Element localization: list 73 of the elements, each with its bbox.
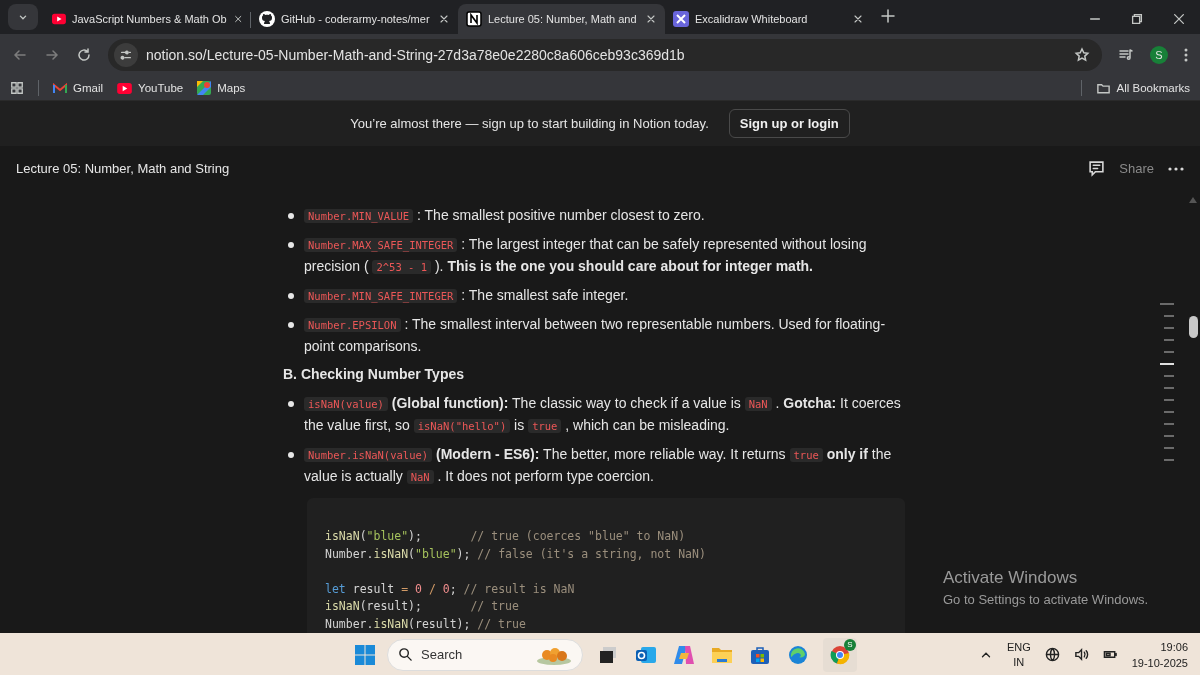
activation-title: Activate Windows [943, 568, 1079, 588]
speaker-icon[interactable] [1073, 647, 1089, 662]
bookmark[interactable]: YouTube [117, 82, 184, 94]
signup-button[interactable]: Sign up or login [728, 109, 850, 138]
outline-markers[interactable] [1160, 303, 1174, 461]
bullet-text: Number.MIN_VALUE : The smallest positive number closest to zero. [304, 205, 705, 227]
close-icon[interactable] [438, 13, 450, 25]
play-icon [117, 82, 133, 94]
apps-grid-icon[interactable] [10, 81, 24, 95]
bullet-point [288, 322, 294, 328]
close-icon[interactable] [232, 13, 243, 25]
bullet-text: Number.MAX_SAFE_INTEGER : The largest integer that can be safely represented without losing precision ( 2^53 - 1 ). This is the one you should care about for integer math. [304, 235, 868, 276]
search-icon[interactable] [398, 647, 413, 662]
plus-icon[interactable] [880, 8, 896, 24]
more-icon[interactable] [1184, 47, 1188, 63]
star-icon[interactable] [1074, 47, 1090, 63]
bullet-text: Number.MIN_SAFE_INTEGER : The smallest safe integer. [304, 285, 629, 307]
tab-title: GitHub - coderarmy-notes/mer [281, 13, 430, 25]
bullet-text: isNaN(value) (Global function): The classic way to check if a value is NaN . Gotcha: It coerces the value first, so isNaN("hello") is true , which can be misleading. [304, 394, 902, 435]
url-text: notion.so/Lecture-05-Number-Math-and-String-27d3a78e0e2280c8a606ceb93c369d1b [146, 47, 686, 63]
code-line: Number.isNaN(result); // true [325, 615, 527, 633]
globe-icon[interactable] [1044, 647, 1060, 662]
more-icon[interactable] [1168, 166, 1184, 171]
profile-avatar[interactable]: S [1150, 46, 1168, 64]
all-bookmarks-button[interactable]: All Bookmarks [1095, 80, 1190, 96]
code-line: Number.isNaN("blue"); // false (it's a string, not NaN) [325, 545, 707, 563]
profile-badge: S [844, 638, 856, 651]
envelope-icon [53, 82, 67, 94]
play-icon [52, 13, 66, 25]
map-pin-icon [197, 81, 212, 95]
sliders-icon[interactable] [119, 48, 133, 62]
code-line: isNaN("blue"); // true (coerces "blue" to NaN) [325, 528, 687, 545]
tab-title: Lecture 05: Number, Math and [488, 13, 637, 25]
playlist-icon[interactable] [1118, 47, 1134, 63]
section-heading: B. Checking Number Types [283, 365, 465, 384]
code-line: let result = 0 / 0; // result is NaN [325, 580, 576, 598]
bullet-text: Number.EPSILON : The smallest interval between two representable numbers. Used for floating-point comparisons. [304, 315, 887, 356]
bullet-point [288, 452, 294, 458]
code-line: isNaN(result); // true [325, 598, 520, 615]
restore-icon[interactable] [1130, 12, 1144, 26]
bullet-point [288, 242, 294, 248]
address-bar[interactable]: notion.so/Lecture-05-Number-Math-and-String-27d3a78e0e2280c8a606ceb93c369d1b [108, 39, 1102, 71]
activation-message: Go to Settings to activate Windows. [943, 592, 1149, 607]
page-title: Lecture 05: Number, Math and String [16, 161, 231, 176]
windows-logo-icon[interactable] [355, 644, 375, 665]
bullet-point [288, 293, 294, 299]
close-icon[interactable] [852, 13, 864, 25]
share-button[interactable]: Share [1119, 161, 1154, 176]
input-language[interactable]: ENG IN [1006, 639, 1031, 670]
browser-tab[interactable]: Lecture 05: Number, Math and [458, 4, 665, 34]
bookmark[interactable]: Gmail [53, 82, 104, 94]
tab-title: JavaScript Numbers & Math Ob [71, 13, 227, 25]
close-icon[interactable] [1172, 12, 1186, 26]
clock[interactable]: 19:06 19-10-2025 [1131, 638, 1188, 671]
bullet-text: Number.isNaN(value) (Modern - ES6): The better, more reliable way. It returns true only if the value is actually NaN . It does not perform type coercion. [304, 445, 893, 486]
browser-tab[interactable]: GitHub - coderarmy-notes/mer [251, 4, 458, 34]
circle-logo-icon[interactable] [830, 644, 850, 665]
close-icon[interactable] [645, 13, 657, 25]
scrollbar-thumb[interactable] [1189, 316, 1198, 338]
browser-tab[interactable]: Excalidraw Whiteboard [665, 4, 872, 34]
cat-icon [259, 11, 275, 27]
back-arrow-icon[interactable] [12, 47, 28, 63]
reload-icon[interactable] [76, 47, 92, 63]
forward-arrow-icon[interactable] [44, 47, 60, 63]
browser-tab[interactable]: JavaScript Numbers & Math Ob [44, 4, 251, 34]
taskbar-search-field[interactable]: Search [387, 638, 583, 671]
taskbar-button[interactable]: S [823, 637, 857, 672]
signup-prompt: You’re almost there — sign up to start building in Notion today. [350, 116, 709, 131]
comment-icon[interactable] [1088, 160, 1106, 177]
tab-title: Excalidraw Whiteboard [695, 13, 808, 25]
bullet-point [288, 401, 294, 407]
bookmark[interactable]: Maps [197, 81, 246, 95]
bullet-point [288, 213, 294, 219]
